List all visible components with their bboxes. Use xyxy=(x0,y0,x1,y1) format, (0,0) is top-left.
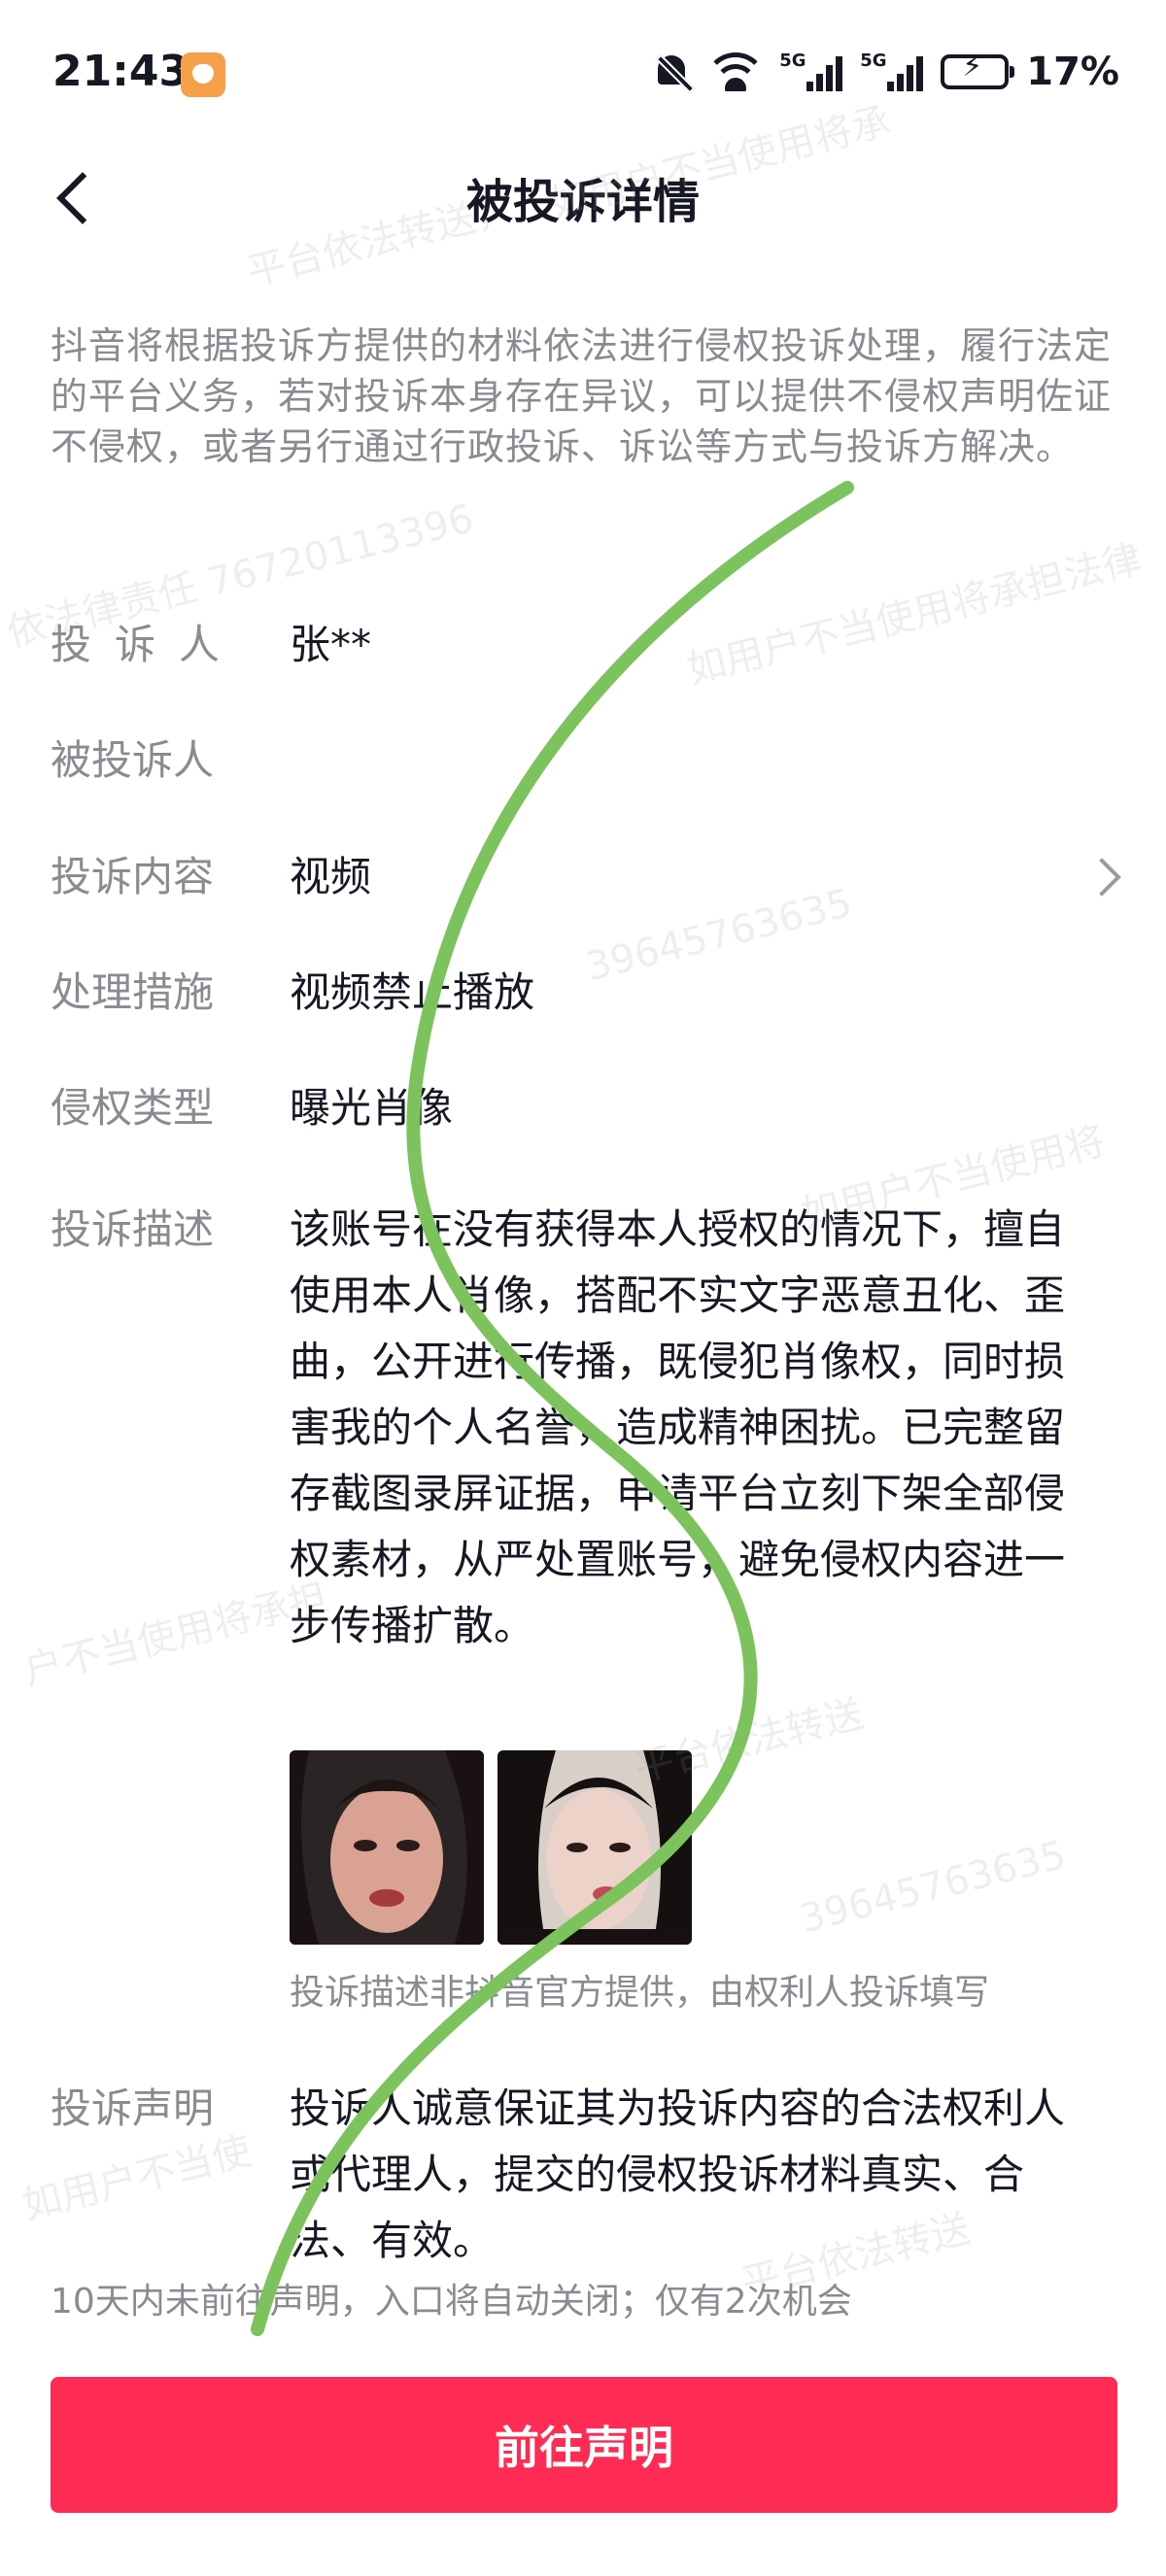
watermark-text: 39645763635 xyxy=(795,1832,1071,1943)
status-bar: 21:43 5G 5G 17% xyxy=(0,0,1166,146)
row-content[interactable]: 投诉内容 视频 xyxy=(51,850,1121,908)
page-title: 被投诉详情 xyxy=(465,175,700,229)
app-notification-icon xyxy=(181,52,225,97)
wifi-icon xyxy=(709,52,763,91)
signal-5g-icon: 5G xyxy=(779,51,843,91)
battery-charging-icon xyxy=(941,50,1015,89)
complainant-value: 张** xyxy=(290,621,372,668)
mute-bell-icon xyxy=(653,51,692,92)
deadline-note: 10天内未前往声明，入口将自动关闭；仅有2次机会 xyxy=(51,2282,852,2322)
status-time: 21:43 xyxy=(52,47,189,96)
statement-label: 投诉声明 xyxy=(51,2085,215,2132)
complainant-label: 投诉人 xyxy=(51,621,244,668)
measure-label: 处理措施 xyxy=(51,968,215,1016)
signal-5g-icon: 5G xyxy=(860,51,924,91)
evidence-image[interactable] xyxy=(497,1750,692,1945)
description-value: 该账号在没有获得本人授权的情况下，擅自使用本人肖像，搭配不实文字恶意丑化、歪曲，… xyxy=(290,1205,1066,1649)
status-icons: 5G 5G 17% xyxy=(653,47,1119,97)
respondent-label: 被投诉人 xyxy=(51,736,215,784)
type-label: 侵权类型 xyxy=(51,1084,215,1132)
content-value: 视频 xyxy=(290,853,372,900)
evidence-image[interactable] xyxy=(290,1750,484,1945)
signal-label: 5G xyxy=(779,51,806,71)
battery-percent: 17% xyxy=(1026,50,1119,94)
signal-label: 5G xyxy=(860,51,887,71)
evidence-thumbnails xyxy=(290,1750,692,1945)
type-value: 曝光肖像 xyxy=(290,1084,454,1132)
intro-text: 抖音将根据投诉方提供的材料依法进行侵权投诉处理，履行法定的平台义务，若对投诉本身… xyxy=(51,324,1113,468)
content-label: 投诉内容 xyxy=(51,853,215,900)
measure-value: 视频禁止播放 xyxy=(290,968,535,1016)
watermark-text: 户不当使用将承担 xyxy=(19,1575,332,1694)
description-note: 投诉描述非抖音官方提供，由权利人投诉填写 xyxy=(290,1973,990,2013)
go-statement-button[interactable]: 前往声明 xyxy=(51,2377,1117,2513)
description-label: 投诉描述 xyxy=(51,1205,215,1253)
statement-value: 投诉人诚意保证其为投诉内容的合法权利人或代理人，提交的侵权投诉材料真实、合法、有… xyxy=(290,2085,1066,2264)
